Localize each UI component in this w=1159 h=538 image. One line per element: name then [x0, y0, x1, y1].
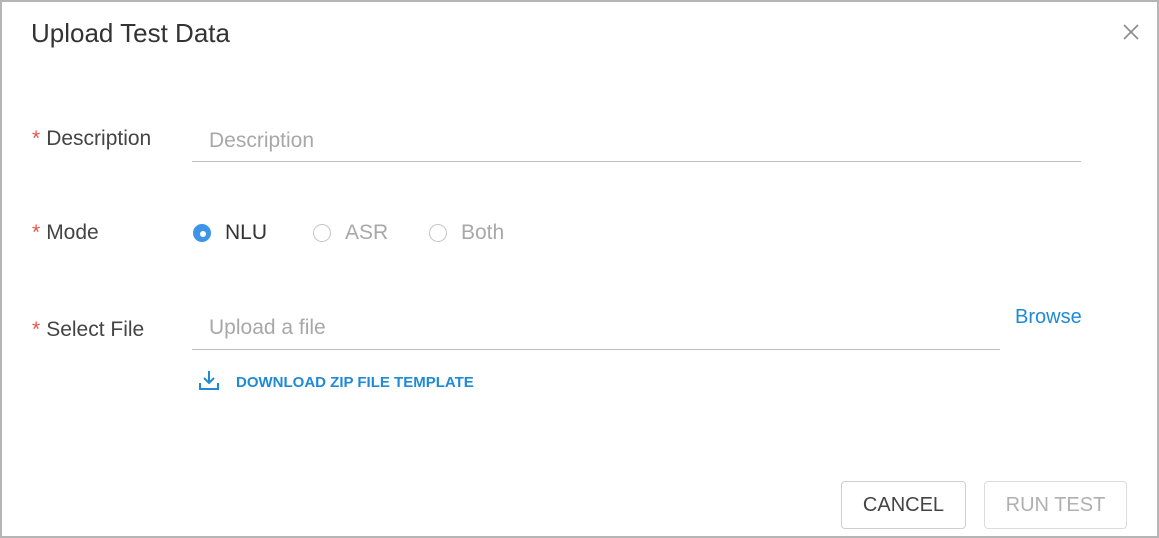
download-icon — [198, 369, 220, 396]
required-marker: * — [32, 221, 41, 244]
mode-option-label: ASR — [345, 221, 389, 244]
radio-unselected-icon[interactable] — [429, 224, 447, 242]
description-label: * Description — [32, 126, 151, 152]
radio-unselected-icon[interactable] — [313, 224, 331, 242]
file-input[interactable] — [192, 306, 1000, 350]
select-file-label: * Select File — [32, 317, 144, 343]
run-test-button[interactable]: RUN TEST — [984, 481, 1127, 529]
mode-label: * Mode — [32, 220, 99, 246]
close-icon[interactable] — [1121, 22, 1141, 42]
radio-selected-icon[interactable] — [193, 224, 211, 242]
mode-radio-asr[interactable]: ASR — [313, 222, 388, 244]
mode-label-text: Mode — [46, 221, 99, 244]
mode-option-label: Both — [461, 221, 505, 244]
browse-button[interactable]: Browse — [1015, 305, 1082, 329]
upload-test-data-dialog: Upload Test Data *Description *Mode NLU … — [0, 0, 1159, 538]
download-template-label[interactable]: DOWNLOAD ZIP FILE TEMPLATE — [236, 374, 474, 391]
required-marker: * — [32, 127, 41, 150]
mode-option-label: NLU — [225, 221, 268, 244]
mode-radio-nlu[interactable]: NLU — [193, 222, 267, 244]
description-input[interactable] — [192, 120, 1081, 162]
description-label-text: Description — [46, 127, 152, 150]
select-file-label-text: Select File — [46, 318, 145, 341]
required-marker: * — [32, 318, 41, 341]
cancel-button[interactable]: CANCEL — [841, 481, 966, 529]
mode-radio-both[interactable]: Both — [429, 222, 504, 244]
download-template-link[interactable]: DOWNLOAD ZIP FILE TEMPLATE — [198, 369, 474, 396]
dialog-title: Upload Test Data — [31, 18, 230, 48]
